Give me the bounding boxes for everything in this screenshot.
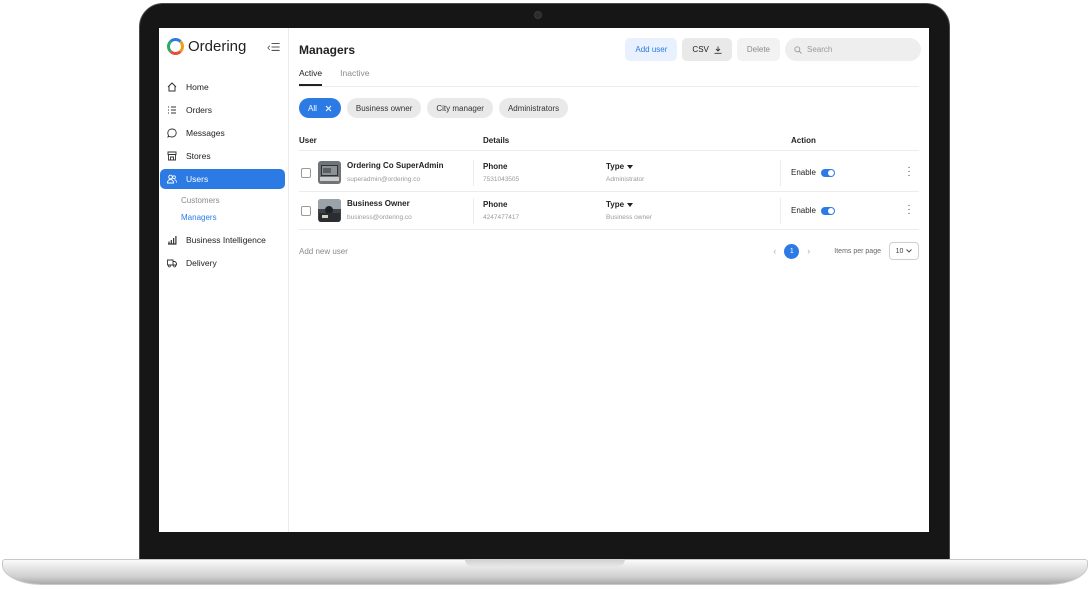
add-user-button[interactable]: Add user: [625, 38, 678, 61]
download-icon: [714, 46, 722, 54]
page-title: Managers: [299, 43, 356, 57]
caret-down-icon: [627, 164, 634, 169]
pagination: ‹ 1 › Items per page 10: [773, 242, 919, 260]
column-header-user: User: [299, 136, 317, 145]
type-label: Type: [606, 162, 625, 171]
table-row[interactable]: Ordering Co SuperAdmin superadmin@orderi…: [299, 154, 919, 192]
phone-value: 7531043505: [483, 176, 520, 183]
sidebar-item-stores[interactable]: Stores: [160, 146, 285, 166]
sidebar-item-label: Business Intelligence: [186, 235, 266, 245]
phone-label: Phone: [483, 162, 508, 171]
chevron-left-icon[interactable]: ‹: [773, 246, 776, 256]
table-header: User Details Action: [299, 131, 919, 151]
status-label: Enable: [791, 168, 816, 177]
logo-text: Ordering: [188, 38, 247, 55]
sidebar-subitem-customers[interactable]: Customers: [159, 192, 289, 209]
app-screen: Ordering ‹☰ Home Orders Messages Stores: [159, 28, 929, 532]
filter-chip-city-manager[interactable]: City manager: [427, 98, 493, 118]
csv-label: CSV: [692, 45, 709, 54]
sidebar-item-delivery[interactable]: Delivery: [160, 253, 285, 273]
sidebar: Ordering ‹☰ Home Orders Messages Stores: [159, 28, 289, 532]
logo[interactable]: Ordering: [167, 38, 246, 55]
main-content: Managers Add user CSV Delete Search Acti…: [299, 28, 921, 532]
filter-chip-administrators[interactable]: Administrators: [498, 98, 569, 118]
page-number[interactable]: 1: [784, 243, 800, 259]
table-row[interactable]: Business Owner business@ordering.co Phon…: [299, 192, 919, 230]
avatar: [318, 161, 341, 184]
chat-icon: [167, 128, 177, 138]
avatar: [318, 199, 341, 222]
phone-label: Phone: [483, 200, 508, 209]
filter-chips: All Business owner City manager Administ…: [299, 98, 569, 118]
column-header-details: Details: [483, 136, 510, 145]
row-checkbox[interactable]: [301, 168, 311, 178]
tab-active[interactable]: Active: [299, 68, 323, 86]
sidebar-item-label: Home: [186, 82, 209, 92]
type-label: Type: [606, 200, 625, 209]
home-icon: [167, 82, 177, 92]
search-input[interactable]: Search: [785, 38, 921, 61]
store-icon: [167, 151, 177, 161]
user-email: superadmin@ordering.co: [347, 176, 421, 183]
tabs-divider: [299, 86, 919, 87]
toolbar: Add user CSV Delete Search: [625, 38, 921, 61]
sidebar-item-label: Orders: [186, 105, 212, 115]
filter-chip-business-owner[interactable]: Business owner: [346, 98, 422, 118]
type-dropdown[interactable]: Type: [606, 162, 634, 171]
phone-value: 4247477417: [483, 214, 520, 221]
status-label: Enable: [791, 206, 816, 215]
sidebar-item-label: Messages: [186, 128, 225, 138]
column-header-action: Action: [791, 136, 816, 145]
truck-icon: [167, 259, 177, 268]
type-dropdown[interactable]: Type: [606, 200, 634, 209]
sidebar-subitem-managers[interactable]: Managers: [159, 209, 289, 226]
sidebar-item-label: Delivery: [186, 258, 217, 268]
row-checkbox[interactable]: [301, 206, 311, 216]
caret-down-icon: [627, 202, 634, 207]
chevron-right-icon[interactable]: ›: [807, 246, 810, 256]
list-icon: [168, 106, 176, 114]
user-name: Ordering Co SuperAdmin: [347, 161, 444, 170]
sidebar-nav: Home Orders Messages Stores Users Custom…: [159, 77, 289, 276]
items-per-page-select[interactable]: 10: [889, 242, 919, 260]
user-email: business@ordering.co: [347, 214, 412, 221]
collapse-sidebar-icon[interactable]: ‹☰: [267, 41, 281, 54]
add-new-user-link[interactable]: Add new user: [299, 247, 348, 256]
sidebar-item-home[interactable]: Home: [160, 77, 285, 97]
sidebar-item-label: Stores: [186, 151, 211, 161]
delete-button[interactable]: Delete: [736, 38, 780, 61]
sidebar-item-users[interactable]: Users: [160, 169, 285, 189]
sidebar-item-label: Users: [186, 174, 209, 184]
chip-label: All: [308, 103, 317, 113]
close-icon[interactable]: [325, 105, 332, 112]
sidebar-item-orders[interactable]: Orders: [160, 100, 285, 120]
tab-inactive[interactable]: Inactive: [340, 68, 369, 86]
items-per-page-label: Items per page: [834, 247, 881, 255]
type-value: Administrator: [606, 176, 645, 183]
sidebar-item-messages[interactable]: Messages: [160, 123, 285, 143]
bar-chart-icon: [168, 236, 177, 245]
laptop-notch: [465, 559, 625, 567]
enable-toggle[interactable]: [821, 207, 835, 215]
enable-toggle[interactable]: [821, 169, 835, 177]
table-footer: Add new user ‹ 1 › Items per page 10: [299, 242, 919, 262]
search-icon: [794, 45, 802, 54]
user-name: Business Owner: [347, 199, 410, 208]
status-tabs: Active Inactive: [299, 68, 369, 86]
csv-button[interactable]: CSV: [682, 38, 732, 61]
chevron-down-icon: [906, 249, 913, 253]
ordering-logo-icon: [167, 38, 184, 55]
items-per-page-value: 10: [895, 247, 904, 255]
users-icon: [167, 174, 177, 184]
more-options-icon[interactable]: · · ·: [907, 201, 911, 219]
type-value: Business owner: [606, 214, 652, 221]
more-options-icon[interactable]: · · ·: [907, 163, 911, 181]
filter-chip-all[interactable]: All: [299, 98, 341, 118]
camera: [534, 11, 542, 19]
search-placeholder: Search: [807, 45, 833, 54]
sidebar-item-business-intelligence[interactable]: Business Intelligence: [160, 230, 285, 250]
